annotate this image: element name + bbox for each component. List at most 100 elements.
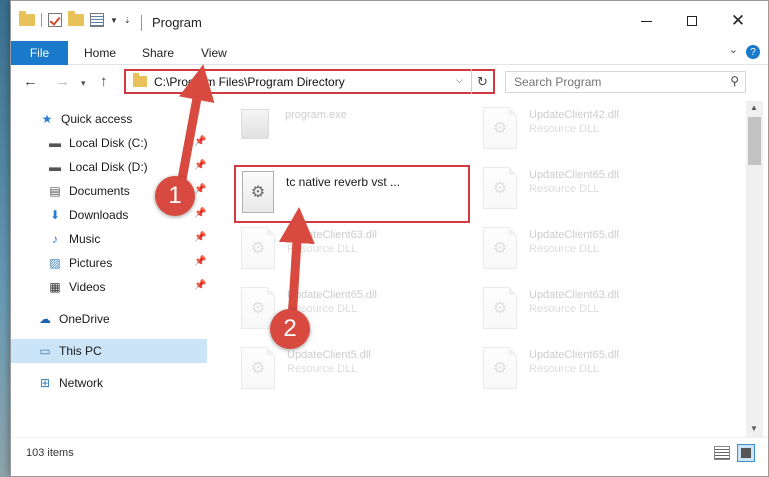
search-input[interactable] — [514, 75, 714, 89]
sidebar-item-network[interactable]: ⊞ Network — [11, 371, 207, 395]
search-icon[interactable]: ⚲ — [730, 74, 739, 88]
list-item[interactable]: ⚙ UpdateClient5.dll Resource DLL — [241, 345, 471, 405]
minimize-icon — [640, 20, 652, 22]
pc-icon: ▭ — [39, 344, 51, 358]
file-type: Resource DLL — [529, 303, 600, 315]
chevron-down-icon[interactable]: ▼ — [110, 16, 118, 25]
dll-icon: ⚙ — [483, 287, 517, 329]
title-bar: ▼ ⇣ Program ✕ — [11, 1, 768, 41]
sidebar-item-label: Quick access — [61, 112, 133, 126]
file-name: UpdateClient42.dll — [529, 109, 619, 121]
close-button[interactable]: ✕ — [723, 9, 753, 33]
sidebar-item-onedrive[interactable]: ☁ OneDrive — [11, 307, 207, 331]
tab-view[interactable]: View — [201, 46, 227, 60]
search-box[interactable]: ⚲ — [505, 71, 746, 93]
pin-icon[interactable]: 📌 — [194, 184, 206, 195]
file-type: Resource DLL — [529, 363, 600, 375]
scroll-up-icon[interactable]: ▲ — [750, 103, 758, 112]
file-info: UpdateClient63.dll Resource DLL — [529, 285, 619, 315]
sidebar-item-this-pc[interactable]: ▭ This PC — [11, 339, 207, 363]
tab-file[interactable]: File — [11, 41, 68, 65]
minimize-button[interactable] — [631, 9, 661, 33]
chevron-down-icon[interactable]: ⌵ — [456, 75, 463, 86]
new-folder-icon[interactable] — [68, 11, 84, 26]
file-name: UpdateClient65.dll — [287, 289, 377, 301]
dll-icon: ⚙ — [241, 347, 275, 389]
address-bar[interactable]: C:\Program Files\Program Directory ⌵ ↻ — [124, 69, 495, 94]
list-item[interactable]: ⚙ UpdateClient63.dll Resource DLL — [241, 225, 471, 285]
list-item[interactable]: ⚙ UpdateClient42.dll Resource DLL — [483, 105, 713, 165]
list-item-highlighted[interactable]: ⚙ tc native reverb vst ... — [242, 171, 462, 221]
dll-icon: ⚙ — [242, 171, 274, 213]
title-separator — [141, 15, 142, 31]
file-name: tc native reverb vst ... — [286, 175, 401, 189]
ribbon-tabs: File Home Share View ⌄ ? — [11, 41, 768, 65]
large-icons-view-icon[interactable] — [737, 444, 755, 462]
scroll-thumb[interactable] — [748, 117, 761, 165]
file-name: UpdateClient63.dll — [287, 229, 377, 241]
back-arrow-icon[interactable]: ← — [23, 73, 38, 90]
forward-arrow-icon[interactable]: → — [55, 73, 70, 90]
pin-icon[interactable]: 📌 — [194, 280, 206, 291]
pin-icon[interactable]: 📌 — [194, 160, 206, 171]
qa-dropdown-icon[interactable]: ⇣ — [124, 16, 131, 25]
quick-access-toolbar: ▼ ⇣ — [19, 11, 131, 27]
maximize-icon — [687, 16, 697, 26]
file-name: UpdateClient65.dll — [529, 349, 619, 361]
file-name: program.exe — [285, 109, 347, 121]
help-icon[interactable]: ? — [746, 45, 760, 59]
window-title: Program — [152, 15, 202, 30]
vertical-scrollbar[interactable]: ▲ ▼ — [746, 101, 763, 437]
sidebar-item-label: OneDrive — [59, 312, 110, 326]
videos-icon: ▦ — [49, 280, 61, 294]
expand-ribbon-icon[interactable]: ⌄ — [729, 43, 738, 56]
address-path[interactable]: C:\Program Files\Program Directory — [154, 75, 345, 89]
sidebar-item-pictures[interactable]: ▨ Pictures 📌 — [11, 251, 207, 275]
sidebar-item-videos[interactable]: ▦ Videos 📌 — [11, 275, 207, 299]
file-type: Resource DLL — [287, 243, 358, 255]
item-count: 103 items — [26, 447, 74, 459]
explorer-window: ▼ ⇣ Program ✕ File Home Share View ⌄ ? ←… — [10, 0, 769, 477]
recent-locations-icon[interactable]: ▾ — [81, 78, 86, 89]
sidebar-item-label: Pictures — [69, 256, 113, 270]
list-item[interactable]: ⚙ UpdateClient63.dll Resource DLL — [483, 285, 713, 345]
list-item[interactable]: ⚙ UpdateClient65.dll Resource DLL — [483, 225, 713, 285]
tab-share[interactable]: Share — [142, 46, 174, 60]
sidebar-item-quick-access[interactable]: ★ Quick access — [11, 107, 207, 131]
file-type: Resource DLL — [529, 123, 600, 135]
sidebar-item-label: This PC — [59, 344, 102, 358]
list-item[interactable]: ⚙ UpdateClient65.dll Resource DLL — [483, 345, 713, 405]
refresh-icon[interactable]: ↻ — [471, 69, 493, 94]
step-1-badge: 1 — [155, 176, 195, 216]
pin-icon[interactable]: 📌 — [194, 256, 206, 267]
maximize-button[interactable] — [677, 9, 707, 33]
sidebar-item-local-disk-c[interactable]: ▬ Local Disk (C:) 📌 — [11, 131, 207, 155]
separator — [41, 13, 42, 27]
downloads-icon: ⬇ — [49, 208, 61, 222]
folder-icon[interactable] — [19, 11, 35, 26]
pin-icon[interactable]: 📌 — [194, 208, 206, 219]
file-type: Resource DLL — [529, 243, 600, 255]
tab-home[interactable]: Home — [84, 46, 116, 60]
up-arrow-icon[interactable]: ↑ — [100, 73, 108, 90]
sidebar-item-music[interactable]: ♪ Music 📌 — [11, 227, 207, 251]
list-item[interactable]: ⚙ UpdateClient65.dll Resource DLL — [483, 165, 713, 225]
file-info: UpdateClient63.dll Resource DLL — [287, 225, 377, 255]
dll-icon: ⚙ — [483, 347, 517, 389]
customize-icon[interactable] — [90, 13, 104, 27]
folder-icon — [133, 73, 147, 87]
pin-icon[interactable]: 📌 — [194, 136, 206, 147]
pin-icon[interactable]: 📌 — [194, 232, 206, 243]
file-name: UpdateClient65.dll — [529, 229, 619, 241]
list-item[interactable]: program.exe — [241, 105, 471, 165]
file-type: Resource DLL — [287, 363, 358, 375]
file-info: UpdateClient65.dll Resource DLL — [529, 165, 619, 195]
file-info: UpdateClient42.dll Resource DLL — [529, 105, 619, 135]
dll-icon: ⚙ — [241, 227, 275, 269]
file-name: UpdateClient5.dll — [287, 349, 371, 361]
scroll-down-icon[interactable]: ▼ — [750, 424, 758, 433]
details-view-icon[interactable] — [714, 446, 730, 460]
network-icon: ⊞ — [39, 376, 51, 390]
properties-check-icon[interactable] — [48, 13, 62, 27]
sidebar-item-label: Local Disk (C:) — [69, 136, 148, 150]
